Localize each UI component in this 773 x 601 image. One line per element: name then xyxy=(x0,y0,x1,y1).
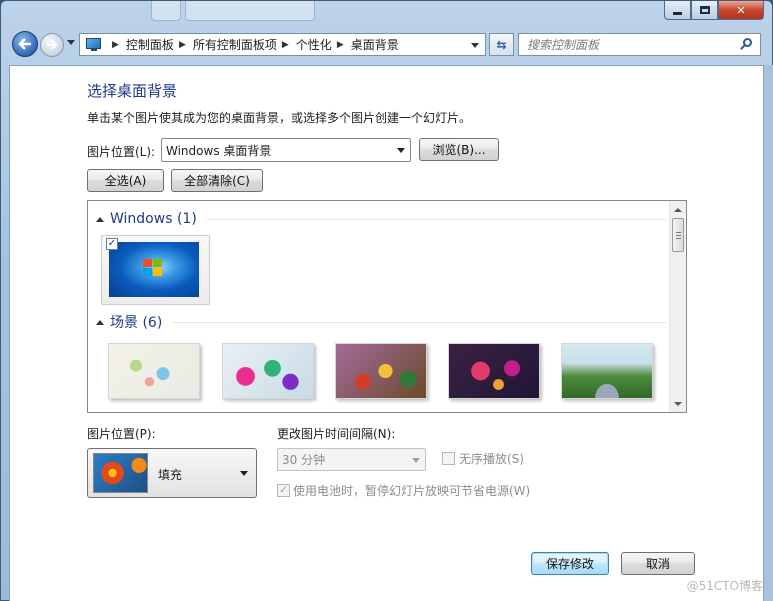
refresh-button[interactable]: ⇆ xyxy=(489,33,514,56)
windows-logo-icon xyxy=(143,259,163,277)
group-header-scenes[interactable]: 场景 (6) xyxy=(88,312,666,332)
wallpaper-thumbnail[interactable] xyxy=(561,343,653,399)
clear-all-button[interactable]: 全部清除(C) xyxy=(171,169,263,192)
forward-button[interactable] xyxy=(40,33,64,57)
gallery-scrollbar[interactable] xyxy=(669,201,686,412)
battery-checkbox[interactable]: ✓ xyxy=(277,484,290,497)
search-icon[interactable] xyxy=(740,38,752,50)
picture-position-value: 填充 xyxy=(158,468,183,482)
chevron-right-icon[interactable]: ▶ xyxy=(112,40,119,50)
arrow-left-icon xyxy=(18,38,31,50)
chevron-down-icon xyxy=(412,457,420,463)
collapse-icon[interactable] xyxy=(96,319,104,325)
picture-position-select[interactable]: 填充 xyxy=(87,448,257,498)
save-button[interactable]: 保存修改 xyxy=(531,552,609,575)
collapse-icon[interactable] xyxy=(96,216,104,222)
shuffle-checkbox[interactable] xyxy=(442,452,455,465)
interval-label: 更改图片时间间隔(N): xyxy=(277,427,396,441)
wallpaper-checkbox[interactable]: ✓ xyxy=(106,238,118,250)
search-box[interactable] xyxy=(518,33,761,56)
content-pane: 选择桌面背景 单击某个图片使其成为您的桌面背景，或选择多个图片创建一个幻灯片。 … xyxy=(9,65,764,601)
background-window-tab xyxy=(185,1,315,21)
wallpaper-image xyxy=(109,242,199,297)
cancel-button[interactable]: 取消 xyxy=(621,552,695,575)
wallpaper-gallery[interactable]: Windows (1) ✓ 场景 (6) xyxy=(87,200,687,413)
back-button[interactable] xyxy=(12,31,38,57)
wallpaper-thumbnail[interactable] xyxy=(108,343,200,399)
control-panel-icon xyxy=(85,37,103,52)
close-button[interactable]: ✕ xyxy=(718,1,764,20)
close-icon: ✕ xyxy=(736,3,746,17)
picture-location-label: 图片位置(L): xyxy=(87,145,156,159)
recent-pages-dropdown[interactable] xyxy=(67,40,75,45)
window-controls: ✕ xyxy=(664,1,764,20)
divider xyxy=(206,218,666,220)
shuffle-label: 无序播放(S) xyxy=(459,452,524,466)
scroll-up-icon[interactable] xyxy=(674,208,682,212)
picture-location-select[interactable]: Windows 桌面背景 xyxy=(161,138,411,162)
wallpaper-thumbnail[interactable] xyxy=(448,343,540,399)
background-window-tab xyxy=(151,1,181,21)
wallpaper-thumbnail[interactable] xyxy=(222,343,314,399)
breadcrumb-personalization[interactable]: 个性化 xyxy=(296,36,332,53)
search-input[interactable] xyxy=(527,37,727,52)
page-subtitle: 单击某个图片使其成为您的桌面背景，或选择多个图片创建一个幻灯片。 xyxy=(87,111,472,125)
wallpaper-thumbnail-windows7[interactable]: ✓ xyxy=(101,235,210,305)
chevron-down-icon xyxy=(240,471,248,476)
page-title: 选择桌面背景 xyxy=(87,82,178,100)
refresh-icon: ⇆ xyxy=(496,37,507,52)
scrollbar-thumb[interactable] xyxy=(672,218,684,252)
position-preview-image xyxy=(93,453,148,493)
maximize-button[interactable] xyxy=(691,1,718,20)
chevron-right-icon[interactable]: ▶ xyxy=(282,40,289,50)
arrow-right-icon xyxy=(47,40,58,50)
breadcrumb-all-items[interactable]: 所有控制面板项 xyxy=(193,36,277,53)
chevron-right-icon[interactable]: ▶ xyxy=(337,40,344,50)
wallpaper-thumbnail[interactable] xyxy=(335,343,427,399)
chevron-right-icon[interactable]: ▶ xyxy=(179,40,186,50)
battery-label: 使用电池时，暂停幻灯片放映可节省电源(W) xyxy=(293,484,531,498)
select-all-button[interactable]: 全选(A) xyxy=(87,169,164,192)
interval-select[interactable]: 30 分钟 xyxy=(277,448,426,471)
watermark: @51CTO博客 xyxy=(686,579,763,593)
group-header-windows[interactable]: Windows (1) xyxy=(88,209,666,229)
divider xyxy=(172,321,666,323)
interval-value: 30 分钟 xyxy=(282,453,326,467)
picture-position-label: 图片位置(P): xyxy=(87,427,156,441)
group-label: Windows (1) xyxy=(110,211,197,227)
address-bar[interactable]: ▶ 控制面板 ▶ 所有控制面板项 ▶ 个性化 ▶ 桌面背景 xyxy=(79,33,486,56)
scroll-down-icon[interactable] xyxy=(674,402,682,406)
group-label: 场景 (6) xyxy=(110,315,163,331)
picture-location-value: Windows 桌面背景 xyxy=(166,143,272,158)
maximize-icon xyxy=(699,6,710,14)
minimize-button[interactable] xyxy=(664,1,691,20)
breadcrumb-desktop-background[interactable]: 桌面背景 xyxy=(351,36,399,53)
address-history-dropdown[interactable] xyxy=(471,43,479,48)
minimize-icon xyxy=(673,11,682,15)
window-border xyxy=(764,65,773,601)
breadcrumb-control-panel[interactable]: 控制面板 xyxy=(126,36,174,53)
chevron-down-icon xyxy=(397,148,405,153)
browse-button[interactable]: 浏览(B)... xyxy=(419,138,499,161)
